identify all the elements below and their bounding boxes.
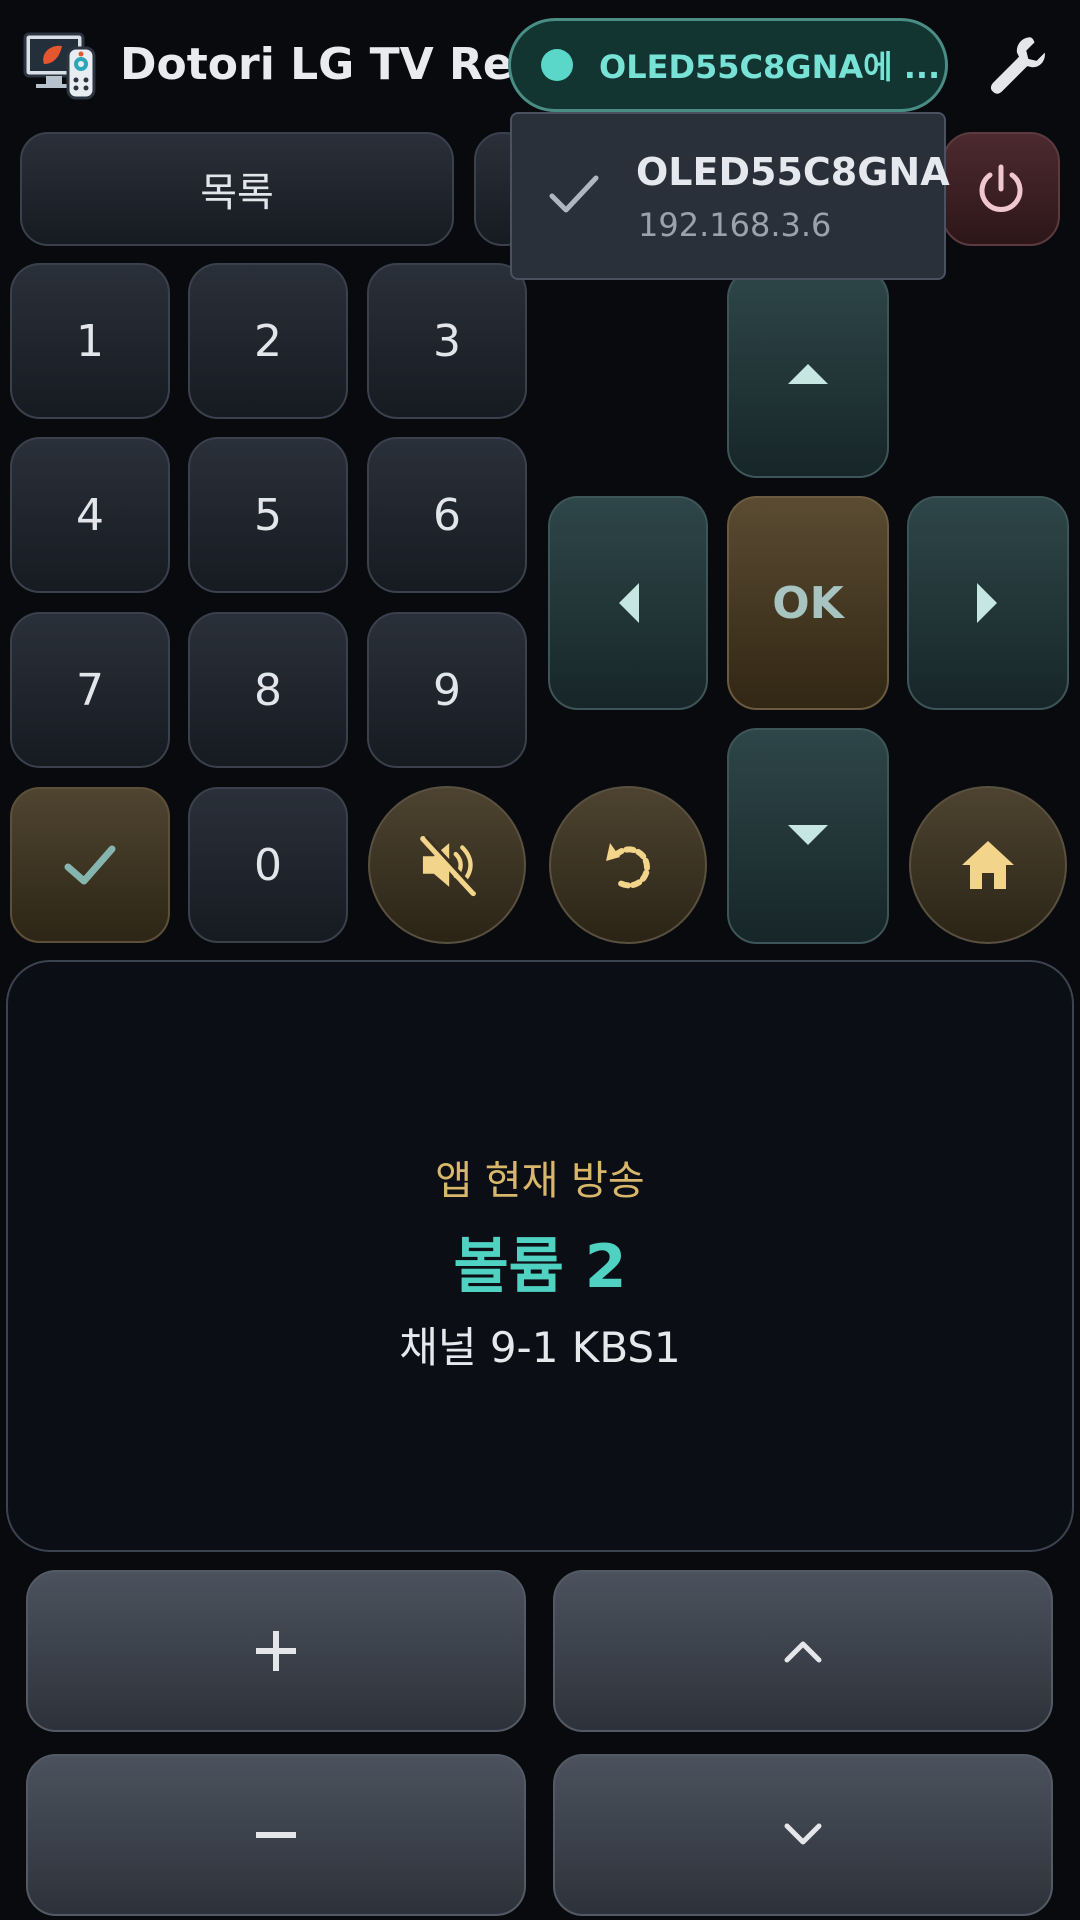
list-button[interactable]: 목록 [20, 132, 454, 246]
dpad-left-button[interactable] [548, 496, 708, 710]
ok-button-label: OK [772, 577, 844, 629]
plus-icon [256, 1631, 296, 1671]
device-selector-chip[interactable]: OLED55C8GNA에 ... [508, 18, 948, 112]
confirm-button[interactable] [10, 787, 170, 943]
device-menu-item[interactable]: OLED55C8GNA 192.168.3.6 [512, 114, 950, 278]
number-key-label: 0 [254, 839, 282, 891]
home-icon [962, 841, 1014, 889]
volume-down-button[interactable] [26, 1754, 526, 1916]
power-button[interactable] [942, 132, 1060, 246]
number-key-label: 8 [254, 664, 282, 716]
ok-button[interactable]: OK [727, 496, 889, 710]
number-key-label: 6 [433, 489, 461, 541]
app-title: Dotori LG TV Re... [120, 38, 563, 90]
number-key-label: 5 [254, 489, 282, 541]
settings-button[interactable] [976, 26, 1060, 102]
check-icon [64, 845, 116, 885]
triangle-down-icon [788, 825, 828, 845]
dpad-right-button[interactable] [907, 496, 1069, 710]
triangle-right-icon [977, 583, 997, 623]
number-key-9[interactable]: 9 [367, 612, 527, 768]
number-key-7[interactable]: 7 [10, 612, 170, 768]
channel-down-button[interactable] [553, 1754, 1053, 1916]
chevron-down-icon [784, 1823, 822, 1845]
number-key-4[interactable]: 4 [10, 437, 170, 593]
number-key-5[interactable]: 5 [188, 437, 348, 593]
status-panel: 앱 현재 방송 볼륨 2 채널 9-1 KBS1 [6, 960, 1074, 1552]
dpad-up-button[interactable] [727, 268, 889, 478]
power-icon [979, 164, 1023, 212]
number-key-label: 3 [433, 315, 461, 367]
minus-icon [256, 1832, 296, 1838]
device-chip-label: OLED55C8GNA에 ... [599, 48, 941, 86]
channel-text: 채널 9-1 KBS1 [399, 1323, 681, 1372]
connection-status-dot [541, 49, 573, 81]
check-icon [549, 175, 599, 213]
back-button[interactable] [549, 786, 707, 944]
number-key-2[interactable]: 2 [188, 263, 348, 419]
wrench-icon [990, 37, 1045, 94]
app-logo-icon [22, 28, 98, 100]
number-key-0[interactable]: 0 [188, 787, 348, 943]
number-key-label: 7 [76, 664, 104, 716]
number-key-6[interactable]: 6 [367, 437, 527, 593]
home-button[interactable] [909, 786, 1067, 944]
back-arrow-icon [606, 843, 651, 889]
number-key-8[interactable]: 8 [188, 612, 348, 768]
mute-button[interactable] [368, 786, 526, 944]
number-key-label: 2 [254, 315, 282, 367]
dpad-down-button[interactable] [727, 728, 889, 944]
device-dropdown-menu: OLED55C8GNA 192.168.3.6 [510, 112, 950, 280]
current-app-text: 앱 현재 방송 [435, 1158, 645, 1204]
triangle-left-icon [619, 583, 639, 623]
number-key-label: 1 [76, 315, 104, 367]
number-key-1[interactable]: 1 [10, 263, 170, 419]
channel-up-button[interactable] [553, 1570, 1053, 1732]
triangle-up-icon [788, 364, 828, 384]
list-button-label: 목록 [200, 170, 274, 216]
device-ip: 192.168.3.6 [638, 206, 832, 244]
number-key-label: 4 [76, 489, 104, 541]
number-key-3[interactable]: 3 [367, 263, 527, 419]
volume-up-button[interactable] [26, 1570, 526, 1732]
mute-icon [420, 835, 478, 897]
device-name: OLED55C8GNA [636, 150, 950, 194]
volume-text: 볼륨 2 [453, 1232, 627, 1302]
number-key-label: 9 [433, 664, 461, 716]
chevron-up-icon [784, 1641, 822, 1663]
